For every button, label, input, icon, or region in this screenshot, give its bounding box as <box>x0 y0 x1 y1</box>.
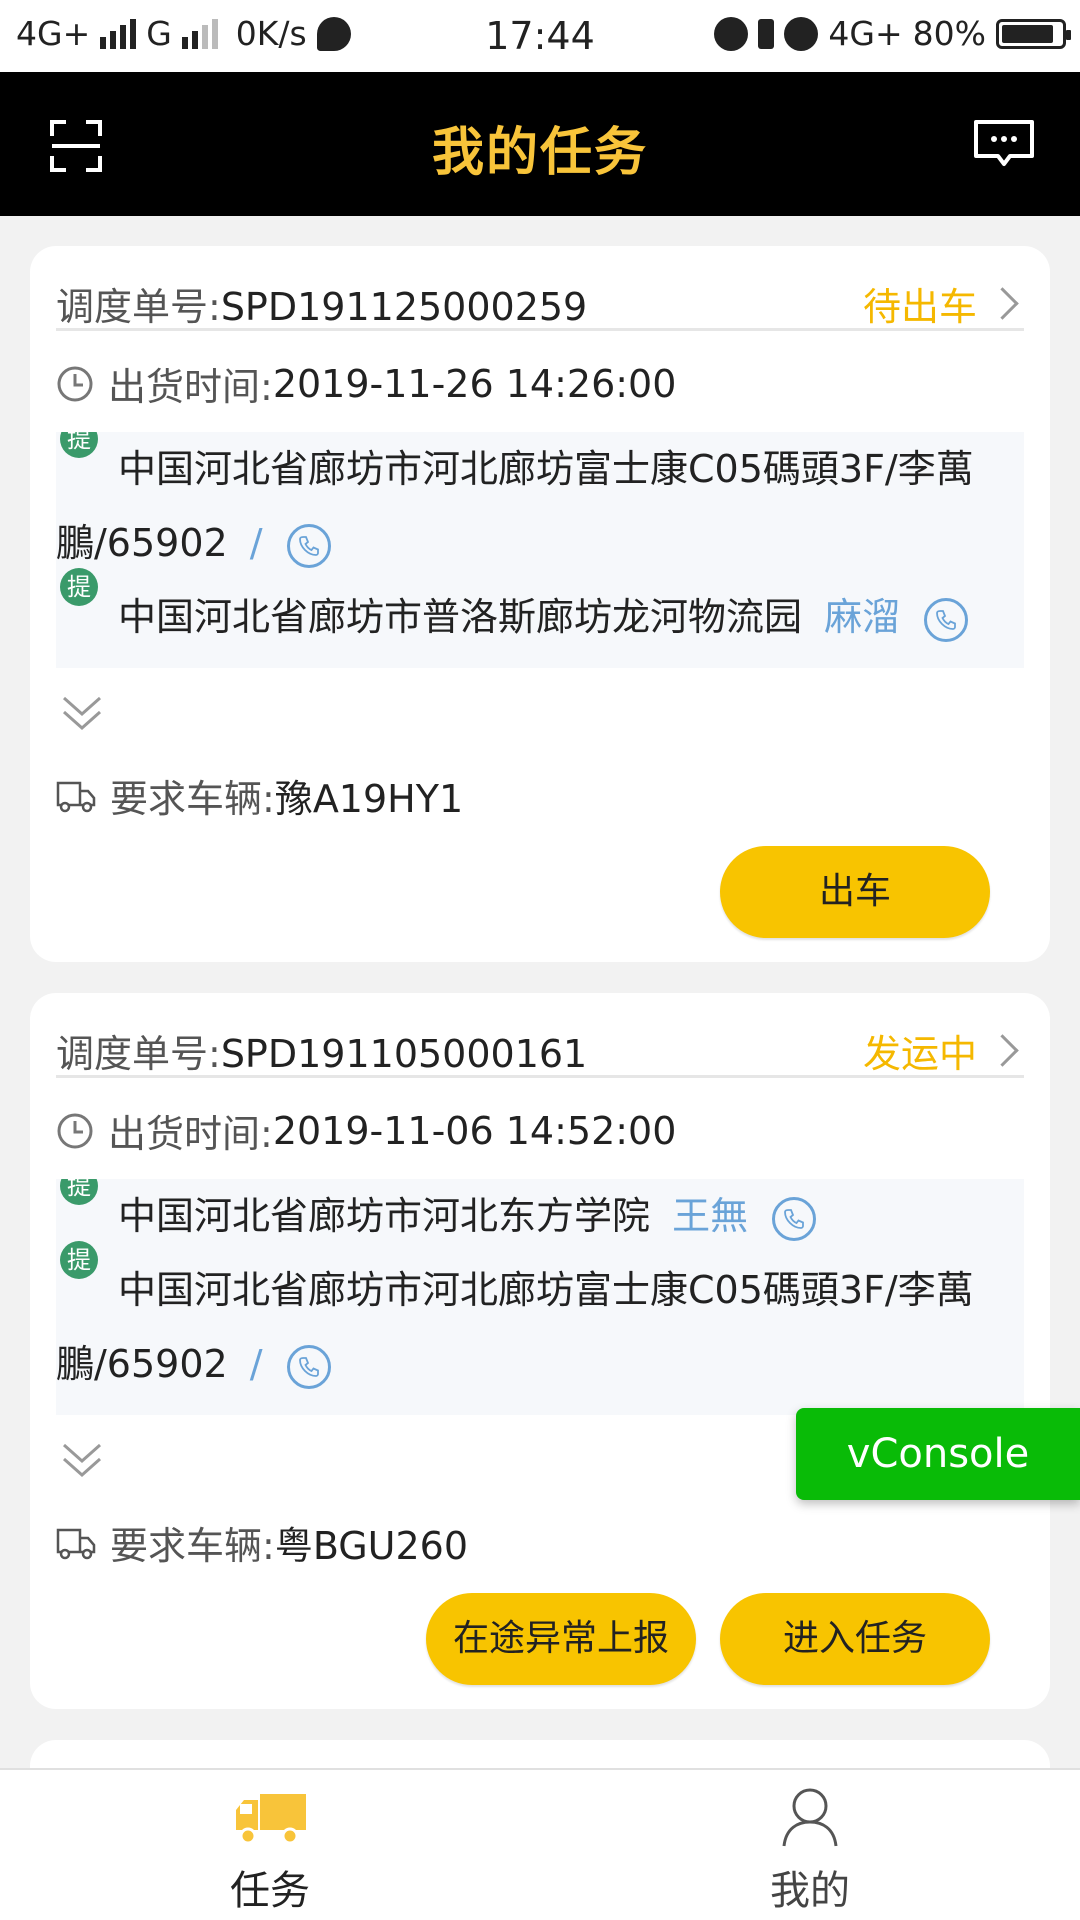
message-icon[interactable] <box>972 118 1036 170</box>
ship-time-label: 出货时间: <box>108 1112 273 1156</box>
phone-icon[interactable] <box>286 1344 331 1389</box>
vehicle-label: 要求车辆: <box>110 1524 275 1568</box>
nav-tasks[interactable]: 任务 <box>0 1770 540 1920</box>
vehicle-plate: 豫A19HY1 <box>274 777 464 821</box>
status-right: 4G+ 80% <box>714 14 1071 53</box>
ship-time: 出货时间: 2019-11-26 14:26:00 <box>56 356 676 411</box>
pickup-tag: 提 <box>60 432 98 458</box>
status-link[interactable]: 待出车 <box>862 276 1019 331</box>
status-bar: 4G+ G 0K/s 17:44 4G+ 80% <box>0 0 1080 72</box>
nav-tasks-label: 任务 <box>230 1868 310 1914</box>
sim-icon <box>758 18 775 49</box>
task-card: 调度单号:SPD191125000259 待出车 出货时间: 2019-11-26… <box>30 246 1050 962</box>
depart-button[interactable]: 出车 <box>720 846 990 938</box>
pickup-tag: 提 <box>60 568 98 606</box>
page-title: 我的任务 <box>431 123 648 183</box>
pickup-tag: 提 <box>60 1241 98 1279</box>
address-text-cont: 鵬/65902 <box>56 521 228 565</box>
bottom-nav: 任务 我的 <box>0 1768 1080 1920</box>
vehicle-info: 要求车辆: 粤BGU260 <box>56 1515 468 1570</box>
status-text: 待出车 <box>862 285 977 329</box>
user-icon <box>782 1788 838 1847</box>
vehicle-plate: 粤BGU260 <box>274 1524 469 1568</box>
chevron-right-icon <box>986 1034 1019 1067</box>
report-exception-button[interactable]: 在途异常上报 <box>426 1593 696 1685</box>
nav-me[interactable]: 我的 <box>540 1770 1080 1920</box>
phone-icon[interactable] <box>772 1196 817 1241</box>
card-header: 调度单号:SPD191125000259 待出车 <box>56 268 1024 331</box>
contact-name: / <box>249 1342 263 1386</box>
ship-time: 出货时间: 2019-11-06 14:52:00 <box>56 1103 676 1158</box>
address-list: 提中国河北省廊坊市河北廊坊富士康C05碼頭3F/李萬 鵬/65902 / 提中国… <box>56 432 1024 668</box>
status-text: 发运中 <box>862 1032 977 1076</box>
address-item: 提中国河北省廊坊市河北廊坊富士康C05碼頭3F/李萬 鵬/65902 / <box>56 1241 1024 1401</box>
address-text: 中国河北省廊坊市河北廊坊富士康C05碼頭3F/李萬 <box>118 1268 974 1312</box>
address-text: 中国河北省廊坊市河北廊坊富士康C05碼頭3F/李萬 <box>118 447 974 491</box>
ship-time-value: 2019-11-06 14:52:00 <box>272 1108 677 1153</box>
card-header: 调度单号:SPD191105000161 发运中 <box>56 1015 1024 1078</box>
enter-task-button[interactable]: 进入任务 <box>720 1593 990 1685</box>
chevron-right-icon <box>986 287 1019 320</box>
battery-icon <box>996 18 1071 49</box>
alarm-icon <box>784 16 819 51</box>
contact-name: 麻溜 <box>824 595 901 639</box>
vehicle-info: 要求车辆: 豫A19HY1 <box>56 768 463 823</box>
clock-icon <box>57 1113 93 1148</box>
app-header: 我的任务 <box>0 72 1080 216</box>
clock-icon <box>57 366 93 401</box>
vconsole-button[interactable]: vConsole <box>796 1408 1080 1500</box>
address-item: 提中国河北省廊坊市河北东方学院 王無 <box>56 1179 1024 1253</box>
contact-name: 王無 <box>672 1194 749 1238</box>
order-label: 调度单号: <box>56 285 221 329</box>
order-value: SPD191125000259 <box>220 285 588 329</box>
nav-me-label: 我的 <box>770 1868 850 1914</box>
ship-time-value: 2019-11-26 14:26:00 <box>272 361 677 406</box>
status-link[interactable]: 发运中 <box>862 1023 1019 1078</box>
pickup-tag: 提 <box>60 1179 98 1205</box>
battery-percent: 80% <box>912 14 986 53</box>
truck-icon <box>236 1794 306 1845</box>
address-list: 提中国河北省廊坊市河北东方学院 王無 提中国河北省廊坊市河北廊坊富士康C05碼頭… <box>56 1179 1024 1415</box>
network-type-3: 4G+ <box>828 14 903 53</box>
contact-name: / <box>249 521 263 565</box>
order-number: 调度单号:SPD191125000259 <box>56 276 587 331</box>
address-text: 中国河北省廊坊市河北东方学院 <box>118 1194 651 1238</box>
expand-icon[interactable] <box>60 694 104 734</box>
address-item: 提中国河北省廊坊市河北廊坊富士康C05碼頭3F/李萬 鵬/65902 / <box>56 432 1024 580</box>
ship-time-label: 出货时间: <box>108 365 273 409</box>
bluetooth-icon <box>714 16 749 51</box>
order-label: 调度单号: <box>56 1032 221 1076</box>
address-item: 提中国河北省廊坊市普洛斯廊坊龙河物流园 麻溜 <box>56 568 1024 654</box>
address-text: 中国河北省廊坊市普洛斯廊坊龙河物流园 <box>118 595 803 639</box>
task-card: 调度单号:SPD191105000161 发运中 出货时间: 2019-11-06… <box>30 993 1050 1709</box>
truck-icon <box>56 781 96 812</box>
vehicle-label: 要求车辆: <box>110 777 275 821</box>
phone-icon[interactable] <box>924 597 969 642</box>
truck-icon <box>56 1528 96 1559</box>
phone-icon[interactable] <box>286 523 331 568</box>
order-value: SPD191105000161 <box>220 1032 588 1076</box>
expand-icon[interactable] <box>60 1441 104 1481</box>
address-text-cont: 鵬/65902 <box>56 1342 228 1386</box>
order-number: 调度单号:SPD191105000161 <box>56 1023 587 1078</box>
